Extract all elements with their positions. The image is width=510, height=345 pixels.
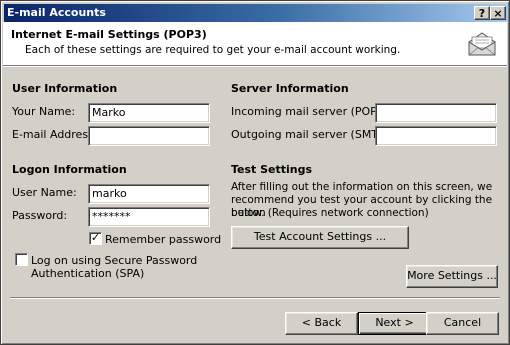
your-name-label: Your Name: (12, 105, 76, 118)
test-account-settings-button[interactable]: Test Account Settings ... (231, 226, 409, 249)
username-field[interactable]: marko (88, 184, 210, 204)
server-info-heading: Server Information (231, 82, 349, 95)
back-button[interactable]: < Back (285, 312, 358, 335)
window-title: E-mail Accounts (7, 6, 106, 19)
user-info-heading: User Information (12, 82, 118, 95)
test-settings-line1: After filling out the information on thi… (231, 181, 493, 193)
help-button[interactable]: ? (474, 6, 490, 20)
header-divider-highlight (3, 66, 507, 67)
test-settings-heading: Test Settings (231, 163, 313, 176)
remember-password-label: Remember password (105, 233, 222, 246)
logon-info-heading: Logon Information (12, 163, 127, 176)
password-field[interactable]: ******* (88, 207, 210, 227)
header-title: Internet E-mail Settings (POP3) (11, 28, 207, 41)
username-label: User Name: (12, 186, 77, 199)
more-settings-button[interactable]: More Settings ... (406, 265, 498, 288)
next-button[interactable]: Next > (358, 312, 431, 335)
email-address-label: E-mail Address: (12, 128, 98, 141)
close-button[interactable]: × (490, 6, 506, 20)
incoming-server-label: Incoming mail server (POP3): (231, 105, 392, 118)
email-envelope-icon (468, 32, 496, 56)
header-subtitle: Each of these settings are required to g… (25, 44, 401, 56)
title-bar: E-mail Accounts ? × (4, 4, 508, 22)
outgoing-server-field[interactable] (375, 126, 497, 146)
remember-password-checkbox[interactable]: ✓ (89, 232, 102, 245)
dialog-header: Internet E-mail Settings (POP3) Each of … (3, 22, 507, 65)
spa-label-line1: Log on using Secure Password (31, 254, 198, 267)
your-name-field[interactable]: Marko (88, 103, 210, 123)
outgoing-server-label: Outgoing mail server (SMTP): (231, 128, 393, 141)
spa-checkbox[interactable] (15, 253, 28, 266)
test-settings-line3: below. (Requires network connection) (231, 207, 429, 219)
email-address-field[interactable] (88, 126, 210, 146)
spa-label-line2: Authentication (SPA) (31, 267, 145, 280)
footer-divider-highlight (10, 298, 500, 299)
incoming-server-field[interactable] (375, 103, 497, 123)
password-label: Password: (12, 209, 68, 222)
cancel-button[interactable]: Cancel (426, 312, 499, 335)
